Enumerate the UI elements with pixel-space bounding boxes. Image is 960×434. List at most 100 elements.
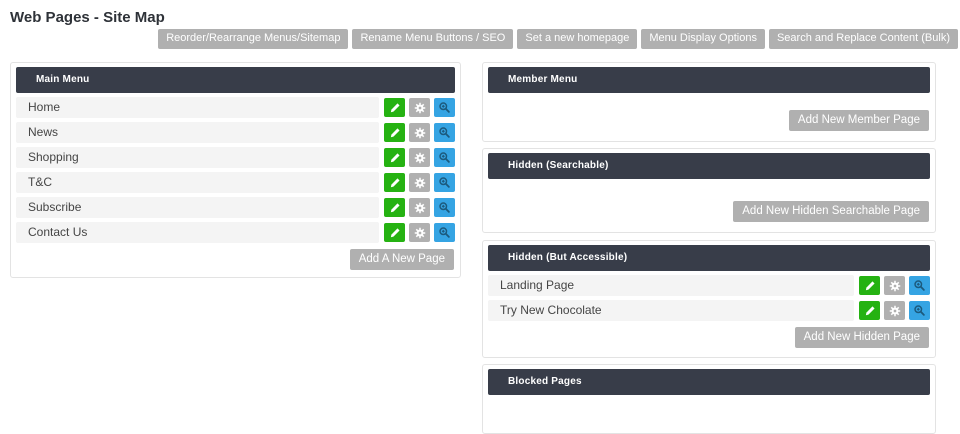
- preview-page-button[interactable]: [434, 123, 455, 142]
- zoom-in-icon: [438, 151, 451, 164]
- set-homepage-button[interactable]: Set a new homepage: [517, 29, 637, 49]
- page-settings-button[interactable]: [884, 276, 905, 295]
- zoom-in-icon: [438, 176, 451, 189]
- edit-page-button[interactable]: [384, 198, 405, 217]
- panel-main-menu: Main Menu Home: [10, 62, 461, 278]
- edit-page-button[interactable]: [384, 98, 405, 117]
- gear-icon: [414, 152, 426, 164]
- zoom-in-icon: [438, 101, 451, 114]
- edit-page-button[interactable]: [384, 148, 405, 167]
- gear-icon: [889, 305, 901, 317]
- reorder-menus-button[interactable]: Reorder/Rearrange Menus/Sitemap: [158, 29, 348, 49]
- edit-page-button[interactable]: [384, 123, 405, 142]
- add-new-member-page-button[interactable]: Add New Member Page: [789, 110, 929, 131]
- zoom-in-icon: [438, 201, 451, 214]
- row-actions: [384, 198, 455, 217]
- zoom-in-icon: [913, 279, 926, 292]
- zoom-in-icon: [913, 304, 926, 317]
- page-name-label: Landing Page: [488, 275, 854, 296]
- page-settings-button[interactable]: [409, 198, 430, 217]
- pencil-icon: [389, 202, 401, 214]
- gear-icon: [414, 202, 426, 214]
- table-row: T&C: [16, 172, 455, 193]
- hidden-accessible-rows: Landing Page Try New: [488, 271, 930, 321]
- panel-header-member-menu: Member Menu: [488, 67, 930, 93]
- row-actions: [859, 276, 930, 295]
- gear-icon: [889, 280, 901, 292]
- pencil-icon: [864, 280, 876, 292]
- add-new-page-button[interactable]: Add A New Page: [350, 249, 454, 270]
- panel-header-blocked-pages: Blocked Pages: [488, 369, 930, 395]
- gear-icon: [414, 227, 426, 239]
- pencil-icon: [864, 305, 876, 317]
- toolbar: Reorder/Rearrange Menus/Sitemap Rename M…: [158, 29, 958, 49]
- zoom-in-icon: [438, 126, 451, 139]
- pencil-icon: [389, 152, 401, 164]
- main-menu-footer: Add A New Page: [16, 249, 455, 270]
- page-name-label: Home: [16, 97, 379, 118]
- page-settings-button[interactable]: [409, 123, 430, 142]
- add-new-hidden-searchable-page-button[interactable]: Add New Hidden Searchable Page: [733, 201, 929, 222]
- row-actions: [384, 173, 455, 192]
- table-row: Shopping: [16, 147, 455, 168]
- preview-page-button[interactable]: [434, 223, 455, 242]
- page-title: Web Pages - Site Map: [10, 9, 165, 26]
- rename-menu-buttons-button[interactable]: Rename Menu Buttons / SEO: [352, 29, 513, 49]
- menu-display-options-button[interactable]: Menu Display Options: [641, 29, 765, 49]
- row-actions: [384, 148, 455, 167]
- page-settings-button[interactable]: [409, 223, 430, 242]
- hidden-searchable-footer: Add New Hidden Searchable Page: [488, 201, 930, 222]
- zoom-in-icon: [438, 226, 451, 239]
- preview-page-button[interactable]: [434, 198, 455, 217]
- page-settings-button[interactable]: [409, 173, 430, 192]
- table-row: Contact Us: [16, 222, 455, 243]
- row-actions: [384, 223, 455, 242]
- main-menu-rows: Home News: [16, 93, 455, 243]
- gear-icon: [414, 102, 426, 114]
- page-settings-button[interactable]: [409, 148, 430, 167]
- hidden-accessible-footer: Add New Hidden Page: [488, 327, 930, 348]
- right-column: Member Menu Add New Member Page Hidden (…: [482, 62, 936, 434]
- pencil-icon: [389, 177, 401, 189]
- row-actions: [384, 123, 455, 142]
- table-row: Home: [16, 97, 455, 118]
- gear-icon: [414, 127, 426, 139]
- pencil-icon: [389, 227, 401, 239]
- row-actions: [859, 301, 930, 320]
- pencil-icon: [389, 127, 401, 139]
- row-actions: [384, 98, 455, 117]
- page-name-label: Try New Chocolate: [488, 300, 854, 321]
- edit-page-button[interactable]: [859, 276, 880, 295]
- panel-blocked-pages: Blocked Pages: [482, 364, 936, 434]
- page-name-label: T&C: [16, 172, 379, 193]
- table-row: Landing Page: [488, 275, 930, 296]
- table-row: Try New Chocolate: [488, 300, 930, 321]
- preview-page-button[interactable]: [434, 173, 455, 192]
- preview-page-button[interactable]: [434, 98, 455, 117]
- table-row: News: [16, 122, 455, 143]
- panel-hidden-searchable: Hidden (Searchable) Add New Hidden Searc…: [482, 148, 936, 233]
- panel-member-menu: Member Menu Add New Member Page: [482, 62, 936, 142]
- add-new-hidden-page-button[interactable]: Add New Hidden Page: [795, 327, 929, 348]
- preview-page-button[interactable]: [434, 148, 455, 167]
- edit-page-button[interactable]: [384, 223, 405, 242]
- panel-header-hidden-searchable: Hidden (Searchable): [488, 153, 930, 179]
- page-name-label: News: [16, 122, 379, 143]
- page-settings-button[interactable]: [884, 301, 905, 320]
- gear-icon: [414, 177, 426, 189]
- search-replace-content-button[interactable]: Search and Replace Content (Bulk): [769, 29, 958, 49]
- page-name-label: Shopping: [16, 147, 379, 168]
- edit-page-button[interactable]: [859, 301, 880, 320]
- panel-header-main-menu: Main Menu: [16, 67, 455, 93]
- edit-page-button[interactable]: [384, 173, 405, 192]
- pencil-icon: [389, 102, 401, 114]
- page-settings-button[interactable]: [409, 98, 430, 117]
- panel-hidden-accessible: Hidden (But Accessible) Landing Page: [482, 240, 936, 358]
- table-row: Subscribe: [16, 197, 455, 218]
- panel-header-hidden-accessible: Hidden (But Accessible): [488, 245, 930, 271]
- preview-page-button[interactable]: [909, 276, 930, 295]
- member-menu-footer: Add New Member Page: [488, 110, 930, 131]
- preview-page-button[interactable]: [909, 301, 930, 320]
- left-column: Main Menu Home: [10, 62, 461, 278]
- page-name-label: Contact Us: [16, 222, 379, 243]
